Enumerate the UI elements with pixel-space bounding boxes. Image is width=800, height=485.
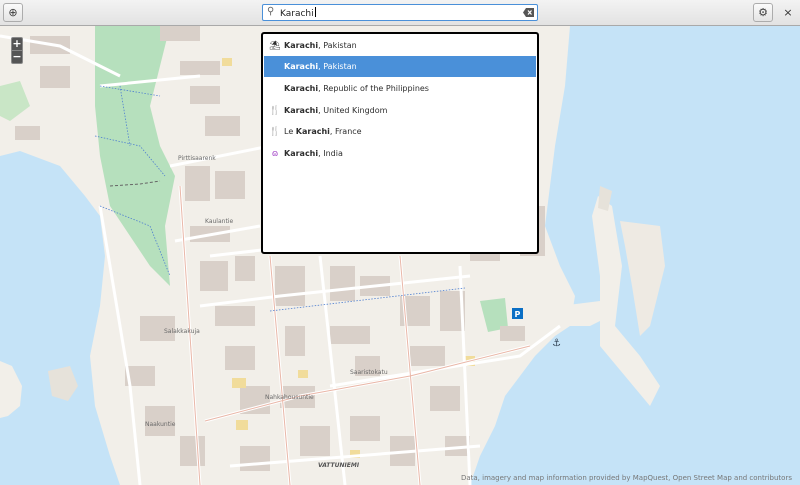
result-label: Karachi, Republic of the Philippines xyxy=(284,84,429,93)
search-field[interactable]: ⚲ Karachi xyxy=(262,4,538,21)
close-button[interactable]: × xyxy=(780,3,796,22)
svg-text:⚓: ⚓ xyxy=(552,338,561,349)
district-label: VATTUNIEMI xyxy=(318,462,360,469)
settings-button[interactable]: ⚙ xyxy=(753,3,773,22)
search-results-popover: ⛱ Karachi, Pakistan Karachi, Pakistan Ka… xyxy=(261,32,539,254)
zoom-controls: + − xyxy=(11,37,23,64)
monument-icon: ⛱ xyxy=(269,40,281,51)
bakery-icon: ɷ xyxy=(271,148,279,159)
result-item[interactable]: ⛱ Karachi, Pakistan xyxy=(264,35,536,56)
close-icon: × xyxy=(783,6,793,19)
street-label: Kaulantie xyxy=(205,218,234,225)
street-label: Naakuntie xyxy=(145,421,176,428)
restaurant-icon: 🍴 xyxy=(269,105,281,116)
street-label: Pirttisaarenk xyxy=(178,155,216,162)
map-attribution: Data, imagery and map information provid… xyxy=(460,474,792,482)
locate-button[interactable]: ⊕ xyxy=(3,3,23,22)
search-icon: ⚲ xyxy=(267,6,275,17)
clear-icon[interactable] xyxy=(523,8,534,17)
street-label: Salakkakuja xyxy=(164,328,200,335)
street-label: Nahkahousuntie xyxy=(265,394,314,401)
street-label: Saaristokatu xyxy=(350,369,388,376)
result-item[interactable]: 🍴 Le Karachi, France xyxy=(264,121,536,142)
result-label: Karachi, United Kingdom xyxy=(284,106,388,115)
result-label: Le Karachi, France xyxy=(284,127,362,136)
result-label: Karachi, Pakistan xyxy=(284,62,357,71)
result-item[interactable]: 🍴 Karachi, United Kingdom xyxy=(264,100,536,121)
search-value: Karachi xyxy=(280,9,314,19)
search-input[interactable]: Karachi xyxy=(280,7,316,19)
crosshair-icon: ⊕ xyxy=(8,6,18,19)
result-label: Karachi, India xyxy=(284,149,343,158)
zoom-out-button[interactable]: − xyxy=(12,50,22,63)
zoom-in-button[interactable]: + xyxy=(12,38,22,50)
header-bar: ⊕ ⚲ Karachi ⚙ × xyxy=(0,0,800,26)
result-item[interactable]: Karachi, Republic of the Philippines xyxy=(264,78,536,99)
restaurant-icon: 🍴 xyxy=(269,126,281,137)
gear-icon: ⚙ xyxy=(758,6,768,19)
svg-text:P: P xyxy=(515,310,521,319)
result-label: Karachi, Pakistan xyxy=(284,41,357,50)
result-item-selected[interactable]: Karachi, Pakistan xyxy=(264,56,536,77)
result-item[interactable]: ɷ Karachi, India xyxy=(264,143,536,164)
text-caret xyxy=(314,7,316,17)
